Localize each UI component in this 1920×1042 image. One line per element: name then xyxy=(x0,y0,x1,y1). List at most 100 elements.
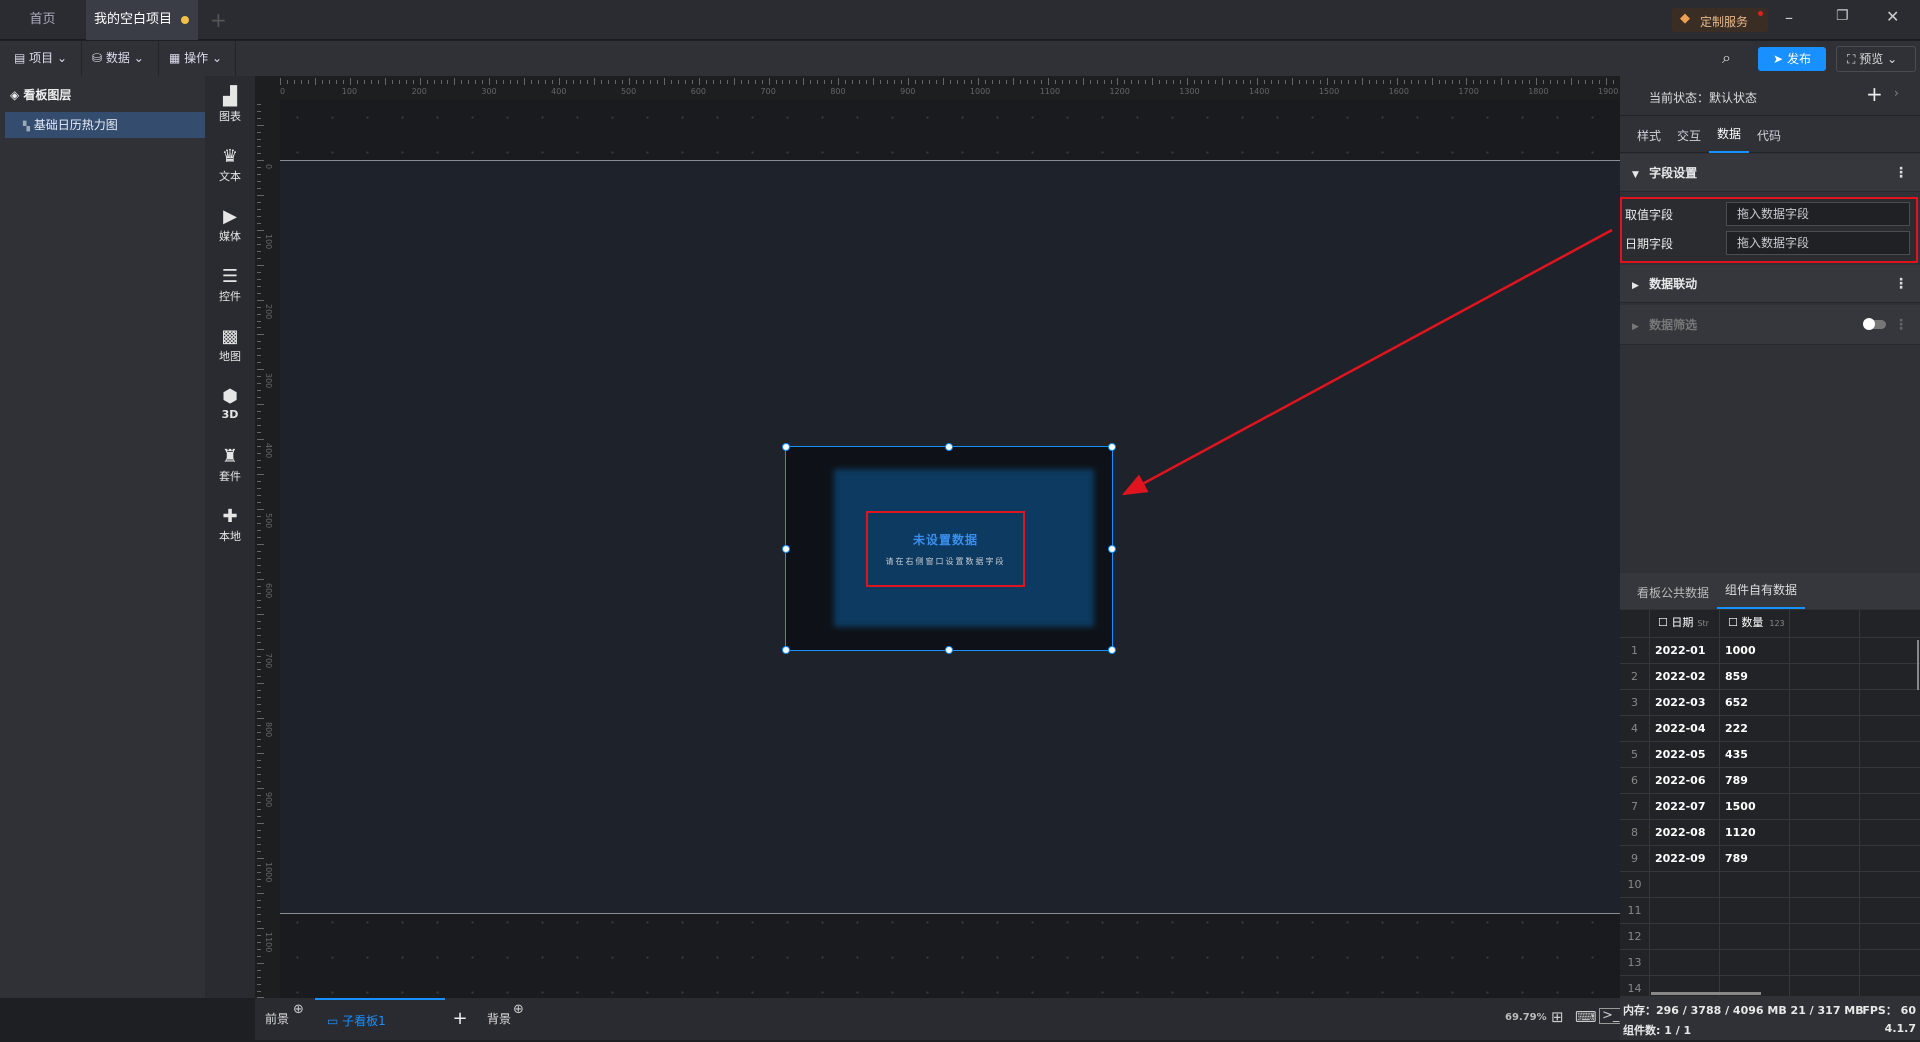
subboard-tab[interactable]: ▭ 子看板1 xyxy=(315,998,445,1040)
cell-quantity[interactable]: 222 xyxy=(1720,716,1790,742)
cell-date[interactable] xyxy=(1650,924,1720,950)
cell-empty[interactable] xyxy=(1790,768,1860,794)
data-linkage-section[interactable]: ▶ 数据联动 ⋮ xyxy=(1620,265,1920,303)
table-row[interactable]: 9 2022-09 789 xyxy=(1620,846,1920,872)
background-label: 背景 xyxy=(487,1012,512,1026)
table-row[interactable]: 10 xyxy=(1620,872,1920,898)
cell-date[interactable]: 2022-03 xyxy=(1650,690,1720,716)
more-icon[interactable]: ⋮ xyxy=(1894,154,1908,192)
tab-board-public-data[interactable]: 看板公共数据 xyxy=(1637,584,1709,601)
cell-empty[interactable] xyxy=(1790,820,1860,846)
vertical-scrollbar[interactable] xyxy=(1917,640,1919,690)
cell-date[interactable]: 2022-01 xyxy=(1650,638,1720,664)
table-row[interactable]: 8 2022-08 1120 xyxy=(1620,820,1920,846)
version: 4.1.7 xyxy=(1884,1022,1916,1035)
cell-empty[interactable] xyxy=(1790,742,1860,768)
table-row[interactable]: 4 2022-04 222 xyxy=(1620,716,1920,742)
cell-empty[interactable] xyxy=(1790,950,1860,976)
tab-style[interactable]: 样式 xyxy=(1637,127,1661,144)
cell-quantity[interactable] xyxy=(1720,872,1790,898)
tab-interaction[interactable]: 交互 xyxy=(1677,127,1701,144)
data-source-tabs: 看板公共数据 组件自有数据 xyxy=(1620,573,1920,609)
cell-quantity[interactable]: 1120 xyxy=(1720,820,1790,846)
add-background-icon[interactable]: ⊕ xyxy=(513,1002,524,1017)
data-filter-section[interactable]: ▶ 数据筛选 ⋮ xyxy=(1620,305,1920,345)
column-name: 日期 xyxy=(1671,616,1694,629)
table-row[interactable]: 7 2022-07 1500 xyxy=(1620,794,1920,820)
cell-quantity[interactable]: 859 xyxy=(1720,664,1790,690)
table-row[interactable]: 3 2022-03 652 xyxy=(1620,690,1920,716)
cell-date[interactable]: 2022-09 xyxy=(1650,846,1720,872)
cell-date[interactable]: 2022-06 xyxy=(1650,768,1720,794)
table-row[interactable]: 12 xyxy=(1620,924,1920,950)
add-state-button[interactable]: + xyxy=(1866,82,1883,106)
cell-empty[interactable] xyxy=(1790,690,1860,716)
terminal-icon[interactable]: >_ xyxy=(1599,1008,1623,1024)
table-row[interactable]: 13 xyxy=(1620,950,1920,976)
date-field-input[interactable]: 拖入数据字段 xyxy=(1726,231,1910,255)
checkbox-icon[interactable]: ☐ xyxy=(1658,616,1668,629)
cell-empty[interactable] xyxy=(1790,872,1860,898)
cell-quantity[interactable]: 435 xyxy=(1720,742,1790,768)
cell-empty[interactable] xyxy=(1790,794,1860,820)
cell-empty[interactable] xyxy=(1790,898,1860,924)
data-filter-toggle[interactable] xyxy=(1863,318,1886,330)
cell-empty[interactable] xyxy=(1790,638,1860,664)
cell-date[interactable]: 2022-07 xyxy=(1650,794,1720,820)
more-icon[interactable]: ⋮ xyxy=(1894,305,1908,345)
foreground-tab[interactable]: 前景 xyxy=(255,998,315,1040)
row-number: 12 xyxy=(1620,924,1650,950)
field-settings-section[interactable]: ▼ 字段设置 ⋮ xyxy=(1620,154,1920,192)
chevron-right-icon[interactable]: › xyxy=(1894,86,1899,100)
zoom-level: 69.79% xyxy=(1505,1012,1547,1023)
date-field-label: 日期字段 xyxy=(1625,237,1674,251)
cell-quantity[interactable]: 1500 xyxy=(1720,794,1790,820)
row-number: 2 xyxy=(1620,664,1650,690)
row-number: 10 xyxy=(1620,872,1650,898)
cell-quantity[interactable]: 1000 xyxy=(1720,638,1790,664)
cell-date[interactable] xyxy=(1650,872,1720,898)
table-row[interactable]: 11 xyxy=(1620,898,1920,924)
table-row[interactable]: 5 2022-05 435 xyxy=(1620,742,1920,768)
horizontal-scrollbar[interactable] xyxy=(1651,992,1761,995)
table-row[interactable]: 1 2022-01 1000 xyxy=(1620,638,1920,664)
cell-date[interactable]: 2022-02 xyxy=(1650,664,1720,690)
cell-empty[interactable] xyxy=(1790,716,1860,742)
cell-quantity[interactable] xyxy=(1720,950,1790,976)
cell-date[interactable]: 2022-05 xyxy=(1650,742,1720,768)
cell-empty[interactable] xyxy=(1790,664,1860,690)
row-number: 4 xyxy=(1620,716,1650,742)
cell-quantity[interactable]: 789 xyxy=(1720,846,1790,872)
fit-screen-icon[interactable]: ⊞ xyxy=(1551,1008,1564,1026)
cell-date[interactable]: 2022-04 xyxy=(1650,716,1720,742)
tab-component-own-data[interactable]: 组件自有数据 xyxy=(1717,573,1806,609)
tab-data[interactable]: 数据 xyxy=(1709,117,1749,153)
row-number: 5 xyxy=(1620,742,1650,768)
cell-date[interactable] xyxy=(1650,898,1720,924)
keyboard-icon[interactable]: ⌨ xyxy=(1575,1008,1597,1026)
background-tab[interactable]: 背景 xyxy=(477,998,537,1040)
value-field-input[interactable]: 拖入数据字段 xyxy=(1726,202,1910,226)
component-count: 组件数: 1 / 1 xyxy=(1623,1024,1692,1037)
add-subboard-button[interactable]: + xyxy=(445,998,475,1040)
cell-empty[interactable] xyxy=(1790,976,1860,996)
data-table[interactable]: ☐ 日期 Str ☐ 数量 123 1 2022-01 1000 2 2022-02… xyxy=(1620,610,1920,996)
cell-date[interactable] xyxy=(1650,950,1720,976)
current-state-label: 当前状态：默认状态 xyxy=(1649,91,1758,105)
cell-empty[interactable] xyxy=(1790,846,1860,872)
column-header-date[interactable]: ☐ 日期 Str xyxy=(1650,610,1720,638)
cell-date[interactable]: 2022-08 xyxy=(1650,820,1720,846)
add-foreground-icon[interactable]: ⊕ xyxy=(293,1002,304,1017)
cell-quantity[interactable] xyxy=(1720,898,1790,924)
checkbox-icon[interactable]: ☐ xyxy=(1728,616,1738,629)
cell-empty[interactable] xyxy=(1790,924,1860,950)
tab-code[interactable]: 代码 xyxy=(1757,127,1781,144)
board-icon: ▭ xyxy=(327,1014,339,1028)
cell-quantity[interactable] xyxy=(1720,924,1790,950)
cell-quantity[interactable]: 652 xyxy=(1720,690,1790,716)
more-icon[interactable]: ⋮ xyxy=(1894,265,1908,303)
table-row[interactable]: 6 2022-06 789 xyxy=(1620,768,1920,794)
table-row[interactable]: 2 2022-02 859 xyxy=(1620,664,1920,690)
cell-quantity[interactable]: 789 xyxy=(1720,768,1790,794)
column-header-quantity[interactable]: ☐ 数量 123 xyxy=(1720,610,1790,638)
